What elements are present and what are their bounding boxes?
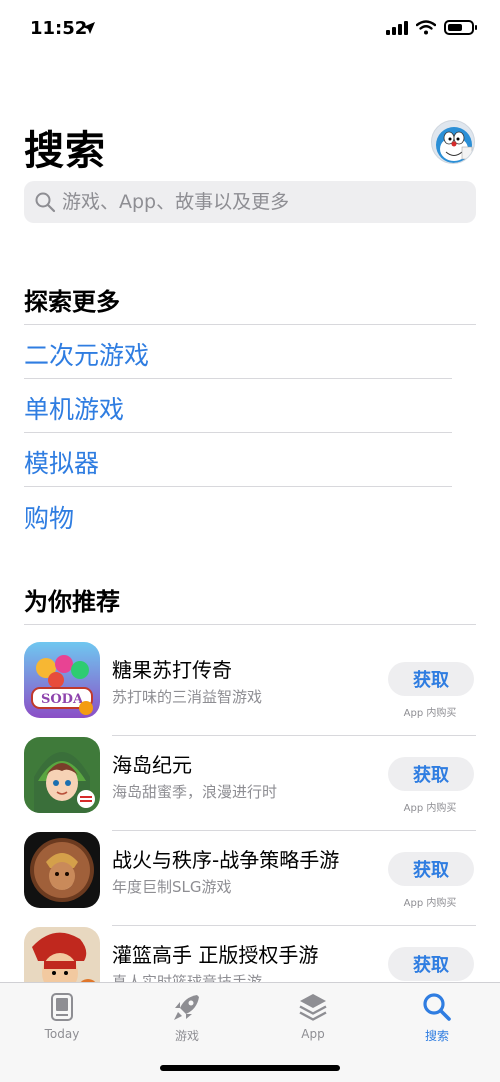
- get-button[interactable]: 获取: [388, 662, 474, 696]
- island-era-app-icon[interactable]: [24, 737, 100, 813]
- app-row-candy-soda[interactable]: SODA 糖果苏打传奇 苏打味的三消益智游戏 获取 App 内购买: [24, 642, 476, 736]
- tab-apps[interactable]: App: [268, 991, 358, 1041]
- war-and-order-app-icon[interactable]: [24, 832, 100, 908]
- in-app-purchase-note: App 内购买: [403, 803, 457, 814]
- app-subtitle: 海岛甜蜜季，浪漫进行时: [112, 783, 278, 801]
- get-button[interactable]: 获取: [388, 852, 474, 886]
- tab-today[interactable]: Today: [17, 991, 107, 1041]
- divider: [24, 324, 476, 325]
- status-indicators: [386, 20, 477, 35]
- warrior-app-icon: [24, 832, 100, 908]
- divider: [24, 486, 452, 487]
- avatar[interactable]: [431, 120, 475, 164]
- battery-icon: [444, 20, 477, 35]
- app-name: 灌篮高手 正版授权手游: [112, 943, 319, 967]
- explore-link-anime-games[interactable]: 二次元游戏: [24, 336, 149, 372]
- app-name: 海岛纪元: [112, 753, 192, 777]
- divider: [112, 830, 476, 831]
- tab-games[interactable]: 游戏: [142, 991, 232, 1044]
- tab-label: 搜索: [424, 1029, 449, 1043]
- candy-app-icon: SODA: [24, 642, 100, 718]
- today-icon: [51, 993, 73, 1021]
- search-icon: [423, 993, 451, 1021]
- explore-section-title: 探索更多: [24, 288, 120, 316]
- doraemon-avatar-icon: [436, 127, 473, 163]
- search-input[interactable]: [62, 191, 462, 213]
- in-app-purchase-note: App 内购买: [403, 708, 457, 719]
- page-title: 搜索: [24, 128, 106, 174]
- tab-label: App: [301, 1027, 325, 1041]
- app-name: 糖果苏打传奇: [112, 658, 232, 682]
- app-row-war-and-order[interactable]: 战火与秩序-战争策略手游 年度巨制SLG游戏 获取 App 内购买: [24, 832, 476, 926]
- app-subtitle: 年度巨制SLG游戏: [112, 878, 232, 896]
- home-indicator[interactable]: [160, 1065, 340, 1071]
- svg-text:SODA: SODA: [41, 692, 84, 707]
- search-icon: [35, 192, 56, 213]
- divider: [24, 432, 452, 433]
- wifi-icon: [416, 20, 436, 35]
- explore-link-simulators[interactable]: 模拟器: [24, 444, 99, 480]
- stack-icon: [299, 994, 327, 1021]
- divider: [24, 624, 476, 625]
- rocket-icon: [174, 995, 199, 1020]
- app-row-island-era[interactable]: 海岛纪元 海岛甜蜜季，浪漫进行时 获取 App 内购买: [24, 737, 476, 831]
- signal-icon: [386, 20, 408, 35]
- search-bar[interactable]: [24, 181, 476, 223]
- status-time: 11:52: [30, 18, 88, 39]
- status-bar: 11:52: [0, 0, 500, 60]
- explore-link-offline-games[interactable]: 单机游戏: [24, 390, 124, 426]
- app-name: 战火与秩序-战争策略手游: [112, 848, 340, 872]
- app-subtitle: 苏打味的三消益智游戏: [112, 688, 263, 706]
- explore-link-shopping[interactable]: 购物: [24, 499, 74, 535]
- recommend-section-title: 为你推荐: [24, 588, 120, 616]
- divider: [112, 925, 476, 926]
- divider: [24, 378, 452, 379]
- tab-label: Today: [44, 1027, 80, 1041]
- tab-label: 游戏: [174, 1029, 199, 1043]
- get-button[interactable]: 获取: [388, 757, 474, 791]
- candy-soda-app-icon[interactable]: SODA: [24, 642, 100, 718]
- island-app-icon: [24, 737, 100, 813]
- location-arrow-icon: [83, 22, 95, 34]
- get-button[interactable]: 获取: [388, 947, 474, 981]
- tab-search[interactable]: 搜索: [392, 991, 482, 1044]
- in-app-purchase-note: App 内购买: [403, 898, 457, 909]
- divider: [112, 735, 476, 736]
